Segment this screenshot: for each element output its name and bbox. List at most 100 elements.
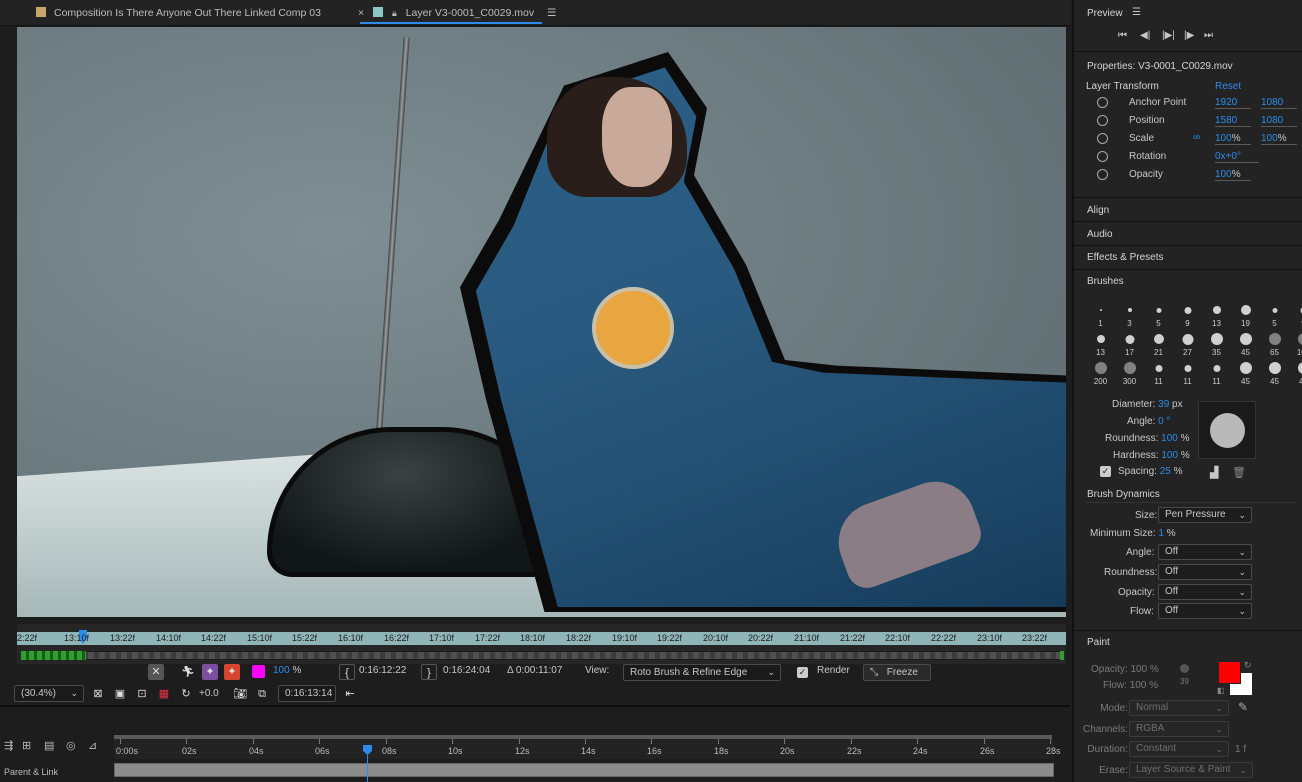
reset-exposure-icon[interactable]: ↻ — [178, 686, 194, 702]
erase-dropdown[interactable]: Layer Source & Paint ⌄ — [1129, 762, 1253, 778]
new-brush-icon[interactable]: ▟ — [1210, 466, 1218, 479]
brush-preset[interactable]: 45 — [1260, 358, 1289, 387]
brush-preset[interactable]: 100 — [1289, 329, 1302, 358]
roundness-dropdown[interactable]: Off ⌄ — [1158, 564, 1252, 580]
stopwatch-icon[interactable] — [1097, 115, 1108, 126]
first-frame-button[interactable]: ⏮ — [1118, 30, 1127, 41]
camera-snapshot-icon[interactable]: 📷︎ — [232, 686, 248, 702]
timeline-ruler[interactable]: 0:00s 02s 04s 06s 08s 10s 12s 14s 16s 18s 20s 22s 24… — [114, 739, 1061, 759]
opacity-dropdown[interactable]: Off ⌄ — [1158, 584, 1252, 600]
duration-frames[interactable]: 1 f — [1235, 744, 1246, 755]
frame-blending-icon[interactable]: ▤ — [44, 739, 54, 752]
brush-preset[interactable]: 5 — [1144, 300, 1173, 329]
swap-colors-icon[interactable]: ↻ — [1244, 660, 1252, 671]
zoom-dropdown[interactable]: (30.4%) ⌄ — [14, 685, 84, 702]
roto-figure-icon[interactable]: 🏃︎ — [180, 664, 196, 680]
previous-frame-button[interactable]: ◀| — [1140, 30, 1150, 41]
paint-opacity-field[interactable]: Opacity: 100 % — [1091, 664, 1159, 675]
current-time-field[interactable]: 0:16:13:14 — [278, 685, 336, 702]
mode-dropdown[interactable]: Normal ⌄ — [1129, 700, 1229, 716]
alpha-overlay-icon[interactable]: ✦ — [224, 664, 240, 680]
angle-dropdown[interactable]: Off ⌄ — [1158, 544, 1252, 560]
audio-panel[interactable]: Audio — [1074, 223, 1302, 246]
channels-dropdown[interactable]: RGBA ⌄ — [1129, 721, 1229, 737]
roundness-field[interactable]: Roundness: 100 % — [1105, 433, 1190, 444]
show-snapshot-icon[interactable]: ⧉ — [254, 686, 270, 702]
overlay-color-swatch[interactable] — [252, 665, 265, 678]
brush-preset[interactable]: 45 — [1289, 358, 1302, 387]
position-x[interactable]: 1580 — [1215, 115, 1251, 127]
brush-preset[interactable]: 65 — [1260, 329, 1289, 358]
brush-preset[interactable]: 13 — [1086, 329, 1115, 358]
brush-preset[interactable]: 200 — [1086, 358, 1115, 387]
freeze-button[interactable]: ⤡ Freeze — [863, 664, 931, 681]
brush-preset[interactable]: 45 — [1231, 329, 1260, 358]
foreground-color-swatch[interactable] — [1218, 661, 1241, 684]
alpha-boundary-icon[interactable]: ✦ — [202, 664, 218, 680]
flow-dropdown[interactable]: Off ⌄ — [1158, 603, 1252, 619]
render-checkbox[interactable]: ✓ — [797, 667, 808, 678]
brush-preset[interactable]: 1 — [1086, 300, 1115, 329]
tab-composition[interactable]: Composition Is There Anyone Out There Li… — [36, 0, 321, 26]
preview-menu-icon[interactable]: ☰ — [1132, 7, 1141, 18]
close-tab-button[interactable]: × — [358, 7, 364, 19]
set-out-point-icon[interactable]: } — [421, 664, 437, 680]
brush-preset[interactable]: 3 — [1115, 300, 1144, 329]
constrain-proportions-icon[interactable]: ∞ — [1193, 132, 1200, 143]
duration-dropdown[interactable]: Constant ⌄ — [1129, 741, 1229, 757]
last-frame-button[interactable]: ⏭ — [1204, 30, 1213, 41]
anchor-point-x[interactable]: 1920 — [1215, 97, 1251, 109]
scale-y[interactable]: 100% — [1261, 133, 1297, 145]
brush-preset[interactable]: 27 — [1173, 329, 1202, 358]
brush-preset[interactable]: 17 — [1115, 329, 1144, 358]
size-dropdown[interactable]: Pen Pressure ⌄ — [1158, 507, 1252, 523]
toggle-transparency-icon[interactable]: ✕ — [148, 664, 164, 680]
delete-brush-icon[interactable]: 🗑︎ — [1232, 466, 1246, 479]
layer-track-bar[interactable] — [114, 763, 1054, 777]
next-frame-button[interactable]: |▶ — [1184, 30, 1194, 41]
layer-time-ruler[interactable]: 2:22f 13:10f 13:22f 14:10f 14:22f 15:10f 15:22… — [17, 624, 1066, 664]
spacing-field[interactable]: Spacing: 25 % — [1118, 466, 1183, 477]
brush-preset[interactable]: 9 — [1173, 300, 1202, 329]
brush-preset[interactable]: 11 — [1144, 358, 1173, 387]
default-colors-icon[interactable]: ◧ — [1217, 686, 1225, 695]
tab-menu-icon[interactable]: ☰ — [547, 7, 556, 19]
stopwatch-icon[interactable] — [1097, 133, 1108, 144]
graph-editor-icon[interactable]: ⊿ — [88, 739, 97, 752]
hardness-field[interactable]: Hardness: 100 % — [1113, 450, 1190, 461]
brush-preset[interactable]: 35 — [1202, 329, 1231, 358]
scale-x[interactable]: 100% — [1215, 133, 1251, 145]
in-point-value[interactable]: 0:16:12:22 — [359, 665, 406, 676]
set-in-point-icon[interactable]: { — [339, 664, 355, 680]
brush-preset[interactable]: 13 — [1202, 300, 1231, 329]
comp-flowchart-icon[interactable]: ⇶ — [4, 739, 13, 752]
timeline-playhead[interactable] — [363, 745, 372, 782]
reset-button[interactable]: Reset — [1215, 81, 1241, 92]
exposure-value[interactable]: +0.0 — [199, 688, 219, 699]
title-safe-icon[interactable]: ⊠ — [90, 686, 106, 702]
spacing-checkbox[interactable]: ✓ — [1100, 466, 1111, 477]
align-panel[interactable]: Align — [1074, 199, 1302, 222]
stopwatch-icon[interactable] — [1097, 169, 1108, 180]
rotation-value[interactable]: 0x+0° — [1215, 151, 1259, 163]
angle-field[interactable]: Angle: 0 ° — [1127, 416, 1170, 427]
stopwatch-icon[interactable] — [1097, 97, 1108, 108]
motion-blur-icon[interactable]: ◎ — [66, 739, 76, 752]
brush-preset[interactable]: 21 — [1144, 329, 1173, 358]
brush-preset[interactable]: 9 — [1289, 300, 1302, 329]
minimum-size-field[interactable]: Minimum Size: 1 % — [1090, 528, 1176, 539]
brush-preset[interactable]: 11 — [1202, 358, 1231, 387]
brush-preset[interactable]: 45 — [1231, 358, 1260, 387]
overlay-opacity-value[interactable]: 100 % — [273, 665, 301, 676]
effects-presets-panel[interactable]: Effects & Presets — [1074, 247, 1302, 270]
anchor-point-y[interactable]: 1080 — [1261, 97, 1297, 109]
brush-preset[interactable]: 5 — [1260, 300, 1289, 329]
view-dropdown[interactable]: Roto Brush & Refine Edge ⌄ — [623, 664, 781, 681]
show-channel-icon[interactable]: ⇤ — [342, 686, 358, 702]
play-button[interactable]: |▶| — [1162, 30, 1175, 41]
diameter-field[interactable]: Diameter: 39 px — [1112, 399, 1183, 410]
draft-3d-icon[interactable]: ⊞ — [22, 739, 31, 752]
opacity-value[interactable]: 100% — [1215, 169, 1251, 181]
brush-preset[interactable]: 19 — [1231, 300, 1260, 329]
stopwatch-icon[interactable] — [1097, 151, 1108, 162]
